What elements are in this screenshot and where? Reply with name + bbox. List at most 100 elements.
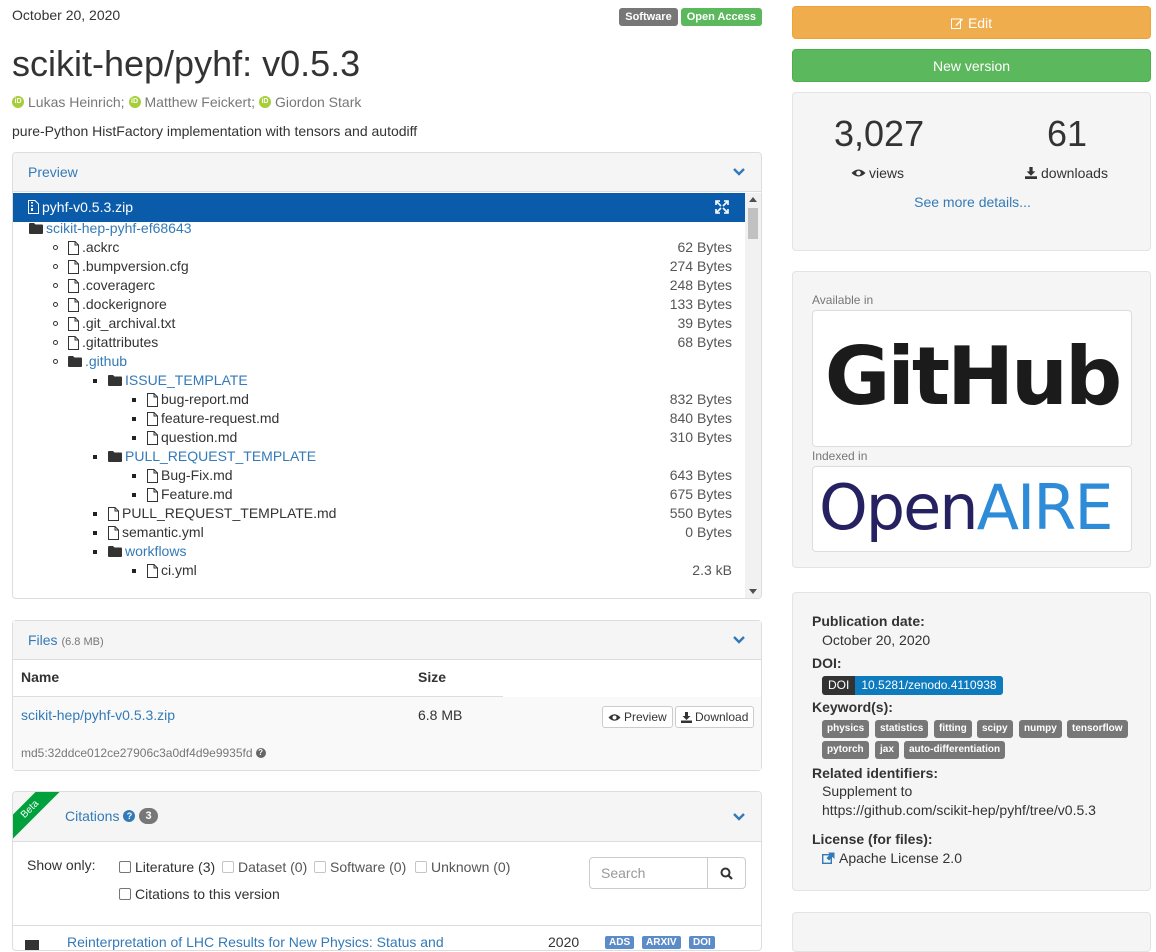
record-description: pure-Python HistFactory implementation w…: [12, 123, 418, 139]
chevron-down-icon[interactable]: [732, 165, 746, 179]
publication-date-value: October 20, 2020: [822, 632, 931, 648]
orcid-icon: iD: [258, 96, 271, 108]
chevron-down-icon[interactable]: [732, 810, 746, 824]
file-size: 310 Bytes: [669, 429, 732, 445]
preview-heading[interactable]: Preview: [28, 164, 78, 180]
preview-panel-heading[interactable]: Preview: [13, 153, 761, 192]
citations-panel-heading[interactable]: Beta Citations ? 3: [13, 792, 761, 842]
folder-icon: [29, 223, 46, 234]
chevron-down-icon[interactable]: [732, 633, 746, 647]
external-link-icon: [822, 852, 835, 864]
tree-folder-row[interactable]: ISSUE_TEMPLATE: [13, 371, 746, 390]
doi-badge[interactable]: DOI 10.5281/zenodo.4110938: [822, 676, 1003, 695]
show-only-label: Show only:: [27, 857, 96, 873]
edit-icon: [950, 18, 963, 29]
indexed-in-label: Indexed in: [812, 449, 868, 463]
author-link[interactable]: Lukas Heinrich;: [28, 94, 125, 110]
scrollbar-thumb[interactable]: [748, 208, 758, 239]
tree-folder-row[interactable]: scikit-hep-pyhf-ef68643: [13, 222, 746, 238]
file-icon: [108, 525, 122, 540]
file-name: feature-request.md: [161, 410, 280, 426]
citations-heading[interactable]: Citations ? 3: [65, 808, 158, 824]
related-identifier-link[interactable]: https://github.com/scikit-hep/pyhf/tree/…: [822, 802, 1096, 818]
see-more-details-link[interactable]: See more details...: [793, 194, 1152, 210]
folder-name[interactable]: scikit-hep-pyhf-ef68643: [46, 222, 192, 238]
folder-name[interactable]: PULL_REQUEST_TEMPLATE: [125, 447, 316, 466]
file-name: .git_archival.txt: [82, 315, 176, 331]
file-icon: [68, 240, 82, 255]
arxiv-badge[interactable]: ARXIV: [642, 936, 681, 949]
relation-type: Supplement to: [822, 783, 913, 799]
file-size: 133 Bytes: [669, 296, 732, 312]
keywords-label: Keyword(s):: [812, 699, 893, 715]
help-icon[interactable]: ?: [123, 810, 136, 822]
list-bullet: [93, 455, 97, 459]
file-link[interactable]: scikit-hep/pyhf-v0.5.3.zip: [21, 707, 175, 723]
folder-icon: [108, 546, 125, 557]
scroll-down-arrow-icon[interactable]: [749, 589, 757, 594]
citation-title-link[interactable]: Reinterpretation of LHC Results for New …: [67, 934, 444, 950]
search-button[interactable]: [708, 857, 746, 889]
folder-name[interactable]: workflows: [125, 542, 186, 561]
openaire-logo[interactable]: OpenAIRE: [812, 466, 1132, 552]
license-label: License (for files):: [812, 831, 933, 847]
preview-file-bar: pyhf-v0.5.3.zip: [13, 193, 746, 222]
list-bullet: [93, 379, 97, 383]
files-panel-heading[interactable]: Files (6.8 MB): [13, 621, 761, 660]
keyword-badge: jax: [875, 741, 899, 759]
edit-button[interactable]: Edit: [792, 6, 1151, 39]
file-size: 675 Bytes: [669, 486, 732, 502]
download-button[interactable]: Download: [675, 706, 755, 728]
citation-search-input[interactable]: Search: [589, 857, 708, 889]
preview-scrollbar[interactable]: [745, 193, 761, 598]
file-icon: [68, 316, 82, 331]
keyword-badge: auto-differentiation: [904, 741, 1006, 759]
folder-name[interactable]: ISSUE_TEMPLATE: [125, 371, 248, 390]
tree-folder-row[interactable]: PULL_REQUEST_TEMPLATE: [13, 447, 746, 466]
download-icon: [1025, 167, 1037, 179]
file-name: .coveragerc: [82, 277, 156, 293]
help-icon[interactable]: ?: [255, 748, 266, 758]
fullscreen-icon[interactable]: [715, 200, 729, 217]
tree-folder-row[interactable]: workflows: [13, 542, 746, 561]
keyword-badge: pytorch: [822, 741, 869, 759]
filter-literature-checkbox[interactable]: Literature (3): [119, 859, 215, 875]
file-archive-icon: [28, 200, 39, 214]
list-bullet: [93, 550, 97, 554]
tree-file-row: .git_archival.txt 39 Bytes: [13, 314, 746, 333]
filter-unknown-checkbox[interactable]: Unknown (0): [415, 859, 510, 875]
filter-this-version-checkbox[interactable]: Citations to this version: [119, 886, 280, 902]
author-link[interactable]: Giordon Stark: [275, 94, 361, 110]
scroll-up-arrow-icon[interactable]: [749, 197, 757, 202]
document-icon: [25, 940, 39, 950]
file-icon: [147, 563, 161, 578]
file-name: .ackrc: [82, 239, 120, 255]
author-link[interactable]: Matthew Feickert;: [145, 94, 255, 110]
file-name: Bug-Fix.md: [161, 467, 233, 483]
file-tree: scikit-hep-pyhf-ef68643 .ackrc 62 Bytes .bu…: [13, 222, 746, 598]
file-size: 39 Bytes: [677, 315, 732, 331]
license-link[interactable]: Apache License 2.0: [822, 850, 962, 866]
file-icon: [147, 487, 161, 502]
folder-name[interactable]: .github: [85, 352, 127, 371]
available-in-label: Available in: [812, 293, 874, 307]
doi-badge[interactable]: DOI: [689, 936, 715, 949]
tree-file-row: Feature.md 675 Bytes: [13, 485, 746, 504]
eye-icon: [608, 713, 621, 721]
folder-icon: [68, 356, 85, 367]
file-size: 62 Bytes: [677, 239, 732, 255]
tree-file-row: .coveragerc 248 Bytes: [13, 276, 746, 295]
file-size: 68 Bytes: [677, 334, 732, 350]
filter-software-checkbox[interactable]: Software (0): [314, 859, 406, 875]
availability-box: Available in GitHub Indexed in OpenAIRE: [792, 271, 1151, 568]
list-bullet: [132, 436, 136, 440]
files-heading[interactable]: Files (6.8 MB): [28, 632, 104, 648]
preview-file-name: pyhf-v0.5.3.zip: [28, 199, 133, 215]
github-logo[interactable]: GitHub: [812, 310, 1132, 447]
new-version-button[interactable]: New version: [792, 49, 1151, 82]
ads-badge[interactable]: ADS: [605, 936, 635, 949]
keyword-badge: tensorflow: [1067, 720, 1128, 738]
preview-button[interactable]: Preview: [602, 706, 673, 728]
filter-dataset-checkbox[interactable]: Dataset (0): [222, 859, 307, 875]
tree-folder-row[interactable]: .github: [13, 352, 746, 371]
